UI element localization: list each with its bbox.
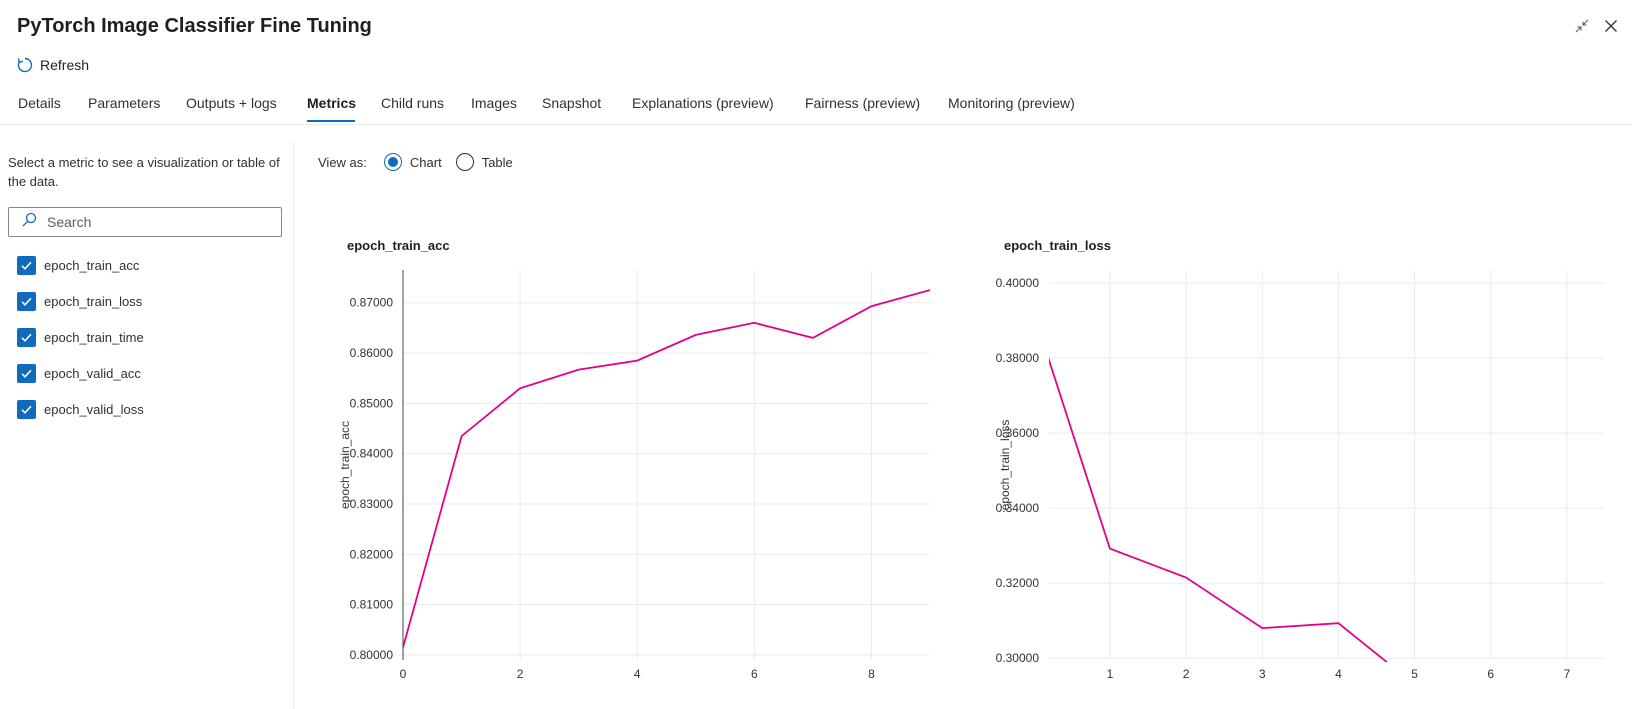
metric-item-epoch-train-acc[interactable]: epoch_train_acc [17, 255, 139, 275]
metrics-sidebar: Select a metric to see a visualization o… [0, 141, 294, 709]
y-tick-label: 0.83000 [350, 497, 394, 511]
series-line [1049, 357, 1389, 662]
series-line [403, 289, 930, 648]
chart-option-label: Chart [409, 154, 442, 170]
x-tick-label: 5 [1411, 667, 1418, 681]
checkbox-checked-icon[interactable] [17, 291, 36, 311]
x-tick-label: 7 [1564, 667, 1571, 681]
search-icon [21, 212, 37, 233]
y-axis-label: epoch_train_loss [998, 420, 1012, 511]
x-tick-label: 3 [1259, 667, 1266, 681]
tab-fairness[interactable]: Fairness (preview) [805, 95, 920, 111]
tab-images[interactable]: Images [471, 95, 517, 111]
y-tick-label: 0.82000 [350, 547, 394, 561]
y-axis-label: epoch_train_acc [338, 421, 352, 509]
metric-label: epoch_valid_acc [44, 365, 141, 381]
x-tick-label: 6 [1487, 667, 1494, 681]
y-tick-label: 0.85000 [350, 396, 394, 410]
chart-title-train-loss: epoch_train_loss [1004, 238, 1111, 253]
metric-label: epoch_train_time [44, 329, 144, 345]
close-icon[interactable] [1603, 18, 1619, 34]
checkbox-checked-icon[interactable] [17, 255, 36, 275]
y-tick-label: 0.80000 [350, 648, 394, 662]
tab-bar: Details Parameters Outputs + logs Metric… [0, 88, 1632, 125]
refresh-icon [16, 56, 34, 74]
y-tick-label: 0.38000 [996, 351, 1040, 365]
tab-snapshot[interactable]: Snapshot [542, 95, 601, 111]
metric-label: epoch_valid_loss [44, 401, 144, 417]
tab-details[interactable]: Details [18, 95, 61, 111]
epoch-train-acc-chart: 0.80000 0.81000 0.82000 0.83000 0.84000 0.850… [338, 270, 930, 681]
x-tick-label: 1 [1107, 667, 1114, 681]
checkbox-checked-icon[interactable] [17, 363, 36, 383]
collapse-arrows-icon[interactable] [1574, 18, 1590, 34]
chart-radio[interactable] [383, 153, 402, 171]
tab-parameters[interactable]: Parameters [88, 95, 160, 111]
metric-label: epoch_train_loss [44, 293, 143, 309]
checkbox-checked-icon[interactable] [17, 399, 36, 419]
x-tick-label: 2 [1183, 667, 1190, 681]
x-tick-label: 8 [868, 667, 875, 681]
y-tick-label: 0.81000 [350, 598, 394, 612]
x-tick-label: 0 [400, 667, 407, 681]
metric-item-epoch-train-loss[interactable]: epoch_train_loss [17, 291, 142, 311]
view-as-label: View as: [318, 154, 367, 170]
y-tick-label: 0.30000 [996, 651, 1040, 665]
table-radio[interactable] [455, 153, 474, 171]
tab-child-runs[interactable]: Child runs [381, 95, 444, 111]
x-tick-label: 6 [751, 667, 758, 681]
metric-item-epoch-train-time[interactable]: epoch_train_time [17, 327, 144, 347]
chart-title-train-acc: epoch_train_acc [347, 238, 450, 253]
epoch-train-loss-chart: 0.300000.320000.340000.360000.380000.400… [996, 270, 1605, 681]
search-input[interactable] [45, 213, 269, 231]
y-tick-label: 0.84000 [350, 447, 394, 461]
active-tab-indicator [307, 120, 355, 122]
metric-item-epoch-valid-acc[interactable]: epoch_valid_acc [17, 363, 141, 383]
sidebar-description: Select a metric to see a visualization o… [8, 155, 280, 189]
page-title: PyTorch Image Classifier Fine Tuning [17, 15, 372, 37]
refresh-label: Refresh [40, 57, 90, 73]
y-tick-label: 0.86000 [350, 346, 394, 360]
view-as-group: View as: Chart Table [318, 153, 513, 171]
x-tick-label: 4 [1335, 667, 1342, 681]
table-option-label: Table [481, 154, 513, 170]
x-tick-label: 4 [634, 667, 641, 681]
tab-explanations[interactable]: Explanations (preview) [632, 95, 774, 111]
tab-outputs-logs[interactable]: Outputs + logs [186, 95, 277, 111]
search-box [8, 207, 282, 237]
y-tick-label: 0.87000 [350, 296, 394, 310]
metric-item-epoch-valid-loss[interactable]: epoch_valid_loss [17, 399, 144, 419]
y-tick-label: 0.32000 [996, 576, 1040, 590]
y-tick-label: 0.40000 [996, 276, 1040, 290]
refresh-button[interactable]: Refresh [16, 56, 89, 74]
tab-monitoring[interactable]: Monitoring (preview) [948, 95, 1075, 111]
metric-label: epoch_train_acc [44, 257, 140, 273]
checkbox-checked-icon[interactable] [17, 327, 36, 347]
x-tick-label: 2 [517, 667, 524, 681]
tab-metrics[interactable]: Metrics [307, 95, 356, 111]
